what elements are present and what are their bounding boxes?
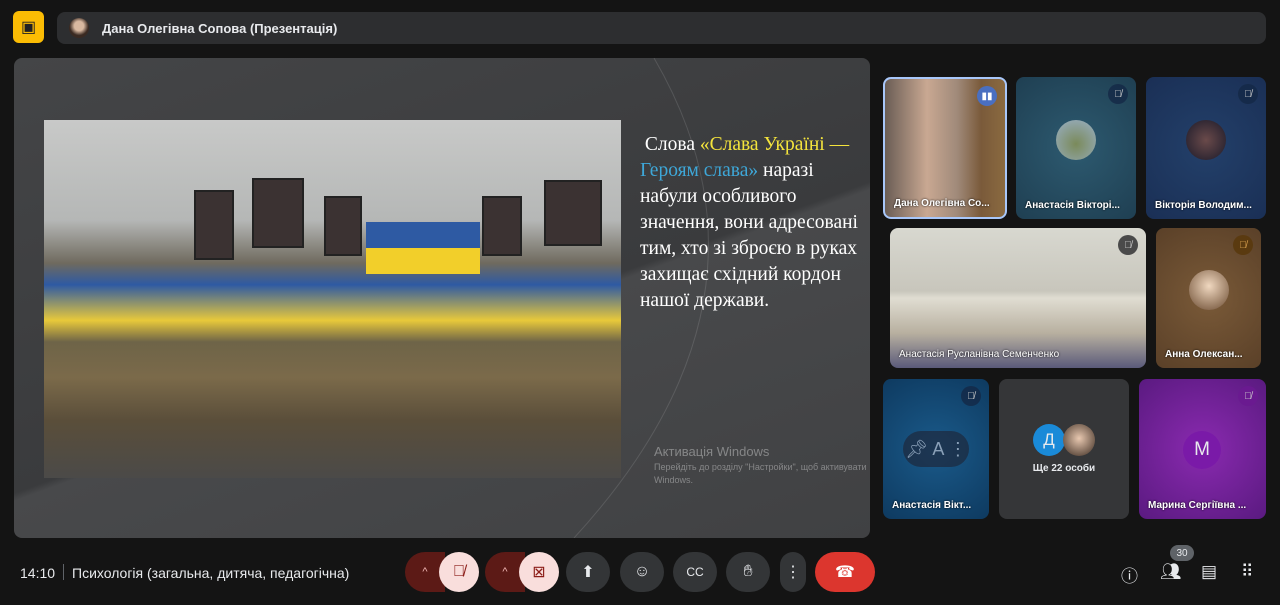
more-participants-label: Ще 22 особи bbox=[1032, 463, 1096, 474]
slide-text: Слова «Слава Україні — Героям слава» нар… bbox=[640, 134, 858, 311]
presentation-status-icon[interactable]: ▣ bbox=[13, 11, 44, 43]
presenter-avatar bbox=[69, 18, 89, 38]
mic-off-icon: 🎙̸ bbox=[1238, 386, 1258, 406]
leave-call-button[interactable]: ☎︎ bbox=[815, 552, 875, 592]
mic-off-icon: 🎙̸ bbox=[1118, 235, 1138, 255]
participant-name: Марина Сергіївна ... bbox=[1148, 500, 1247, 511]
raise-hand-button[interactable]: ✋︎ bbox=[726, 552, 770, 592]
emoji-icon: ☺ bbox=[633, 563, 651, 580]
meeting-info-icon[interactable]: ⓘ bbox=[1121, 562, 1138, 587]
chat-icon[interactable]: ▤ bbox=[1201, 562, 1217, 582]
reactions-button[interactable]: ☺ bbox=[620, 552, 664, 592]
tile-hover-controls: 📌︎ A ⋮ bbox=[903, 431, 969, 467]
slide-photo bbox=[44, 120, 621, 478]
participant-tile[interactable]: 🎙̸ Анастасія Вікторі... bbox=[1016, 77, 1136, 219]
meeting-title: Психологія (загальна, дитяча, педагогічн… bbox=[72, 565, 350, 581]
participant-name: Анастасія Вікторі... bbox=[1025, 200, 1120, 211]
mic-off-icon: 🎙̸ bbox=[453, 563, 465, 580]
tile-initial: A bbox=[932, 438, 945, 459]
presentation-stage: Слова «Слава Україні — Героям слава» нар… bbox=[14, 58, 870, 538]
participant-name: Анастасія Вікт... bbox=[892, 500, 972, 511]
more-options-button[interactable]: ⋮ bbox=[780, 552, 806, 592]
speaking-indicator-icon: ▮▮ bbox=[977, 86, 997, 106]
more-options-icon[interactable]: ⋮ bbox=[949, 439, 967, 460]
activities-icon[interactable]: ⠿ bbox=[1241, 562, 1253, 582]
mic-off-icon: 🎙̸ bbox=[1238, 84, 1258, 104]
windows-activation-watermark: Активація Windows Перейдіть до розділу "Н… bbox=[654, 444, 867, 485]
mic-off-icon: 🎙̸ bbox=[961, 386, 981, 406]
people-icon[interactable]: 👥︎ bbox=[1160, 562, 1182, 582]
participant-tile[interactable]: 🎙̸ Анна Олексан... bbox=[1156, 228, 1261, 368]
present-screen-icon: ⬆︎ bbox=[581, 564, 595, 581]
camera-off-icon: ⊠ bbox=[532, 564, 546, 581]
mic-off-icon: 🎙̸ bbox=[1108, 84, 1128, 104]
participant-tile[interactable]: 🎙̸ Вікторія Володим... bbox=[1146, 77, 1266, 219]
camera-toggle-button[interactable]: ⊠ bbox=[519, 552, 559, 592]
participant-name: Вікторія Володим... bbox=[1155, 200, 1252, 211]
participant-avatar bbox=[1056, 120, 1096, 160]
pin-icon[interactable]: 📌︎ bbox=[905, 439, 928, 460]
participant-name: Анастасія Русланівна Семенченко bbox=[899, 349, 1060, 360]
participant-initial-avatar: M bbox=[1183, 431, 1221, 469]
participant-tile[interactable]: M 🎙̸ Марина Сергіївна ... bbox=[1139, 379, 1266, 519]
mic-toggle-button[interactable]: 🎙̸ bbox=[439, 552, 479, 592]
participant-avatar bbox=[1063, 424, 1095, 456]
participant-avatar bbox=[1188, 270, 1229, 310]
mic-off-icon: 🎙̸ bbox=[1233, 235, 1253, 255]
participant-tile[interactable]: ▮▮ Дана Олегівна Со... bbox=[883, 77, 1007, 219]
more-vert-icon: ⋮ bbox=[785, 564, 801, 581]
people-count-badge: 30 bbox=[1170, 545, 1194, 561]
participant-tile[interactable]: 🎙̸ Анастасія Русланівна Семенченко bbox=[890, 228, 1146, 368]
present-button[interactable]: ⬆︎ bbox=[566, 552, 610, 592]
participant-name: Анна Олексан... bbox=[1165, 349, 1243, 360]
hand-icon: ✋︎ bbox=[743, 563, 753, 580]
presenter-bar: Дана Олегівна Сопова (Презентація) bbox=[57, 12, 1266, 44]
participant-initial-avatar: Д bbox=[1033, 424, 1065, 456]
divider bbox=[63, 564, 64, 580]
more-participants-tile[interactable]: Д Ще 22 особи bbox=[999, 379, 1129, 519]
presenter-title: Дана Олегівна Сопова (Презентація) bbox=[102, 20, 338, 36]
captions-button[interactable]: CC bbox=[673, 552, 717, 592]
participant-avatar bbox=[1186, 120, 1226, 160]
participant-name: Дана Олегівна Со... bbox=[894, 198, 990, 209]
clock: 14:10 bbox=[20, 565, 56, 581]
captions-icon: CC bbox=[686, 565, 704, 579]
hang-up-icon: ☎︎ bbox=[835, 564, 855, 581]
participant-tile[interactable]: 📌︎ A ⋮ 🎙̸ Анастасія Вікт... bbox=[883, 379, 989, 519]
